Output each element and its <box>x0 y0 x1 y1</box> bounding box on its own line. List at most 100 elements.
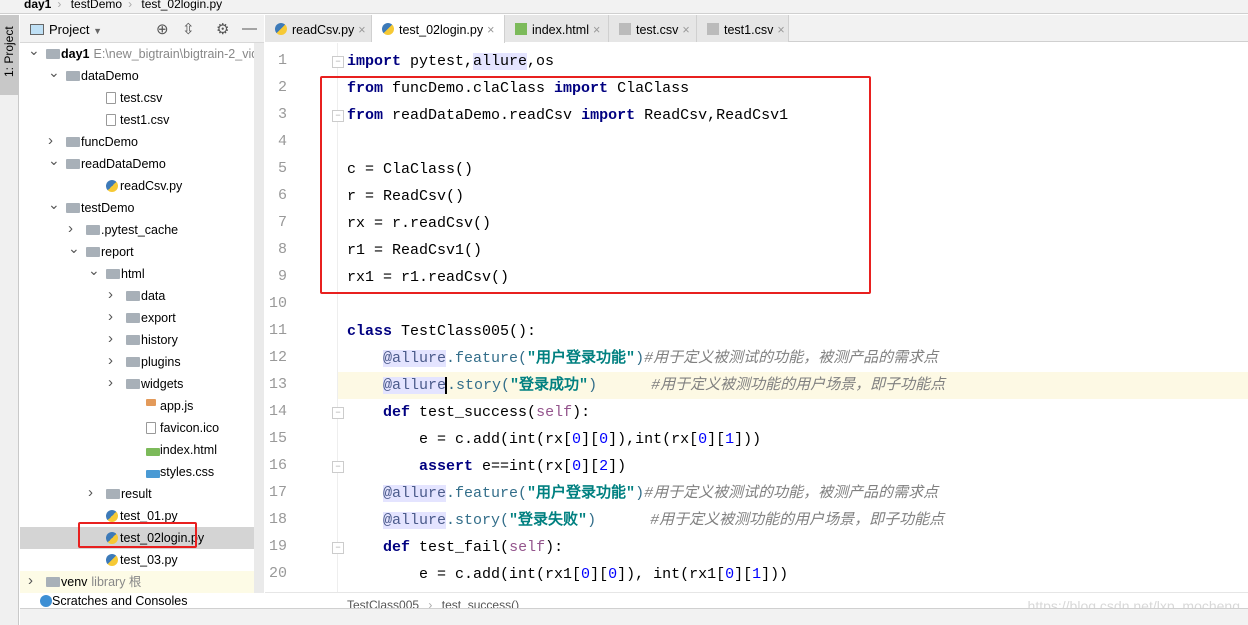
gear-icon[interactable]: ⚙ <box>216 20 229 38</box>
tab-index-html[interactable]: index.html × <box>505 15 609 42</box>
tree-item-name: .pytest_cache <box>101 223 179 237</box>
code-line[interactable]: e = c.add(int(rx1[0][0]), int(rx1[0][1])… <box>347 561 1247 588</box>
scratches-icon <box>40 595 52 607</box>
locate-icon[interactable]: ⊕ <box>156 20 169 38</box>
tree-item[interactable]: app.js <box>20 395 264 417</box>
chevron-down-icon[interactable]: ⌄ <box>48 61 60 83</box>
folder-icon <box>66 159 80 169</box>
close-icon[interactable]: × <box>777 23 784 37</box>
tree-item[interactable]: › widgets <box>20 373 264 395</box>
chevron-right-icon[interactable]: › <box>88 482 93 504</box>
tree-item[interactable]: test1.csv <box>20 109 264 131</box>
tree-item[interactable]: ⌄ readDataDemo <box>20 152 264 175</box>
tree-item[interactable]: › history <box>20 329 264 351</box>
close-icon[interactable]: × <box>358 23 365 37</box>
close-icon[interactable]: × <box>682 23 689 37</box>
tree-item-label: readDataDemo <box>81 153 166 175</box>
code-token: "登录成功" <box>510 377 589 394</box>
folder-icon <box>46 577 60 587</box>
breadcrumb-item[interactable]: testDemo <box>71 0 122 11</box>
code-line[interactable]: @allure.story("登录成功") #用于定义被测功能的用户场景，即子功… <box>347 372 1247 399</box>
code-line[interactable]: class TestClass005(): <box>347 318 1247 345</box>
tree-item[interactable]: test_03.py <box>20 549 264 571</box>
code-token: "用户登录功能" <box>527 350 636 367</box>
chevron-down-icon[interactable]: ⌄ <box>88 259 100 281</box>
chevron-down-icon[interactable]: ⌄ <box>48 149 60 171</box>
code-token: assert <box>419 458 474 475</box>
fold-marker-icon[interactable]: − <box>332 542 344 554</box>
tree-item[interactable]: index.html <box>20 439 264 461</box>
code-line[interactable]: def test_success(self): <box>347 399 1247 426</box>
tree-item[interactable]: test.csv <box>20 87 264 109</box>
line-number: 13 <box>268 376 287 393</box>
code-line[interactable]: def test_fail(self): <box>347 534 1247 561</box>
code-token: .feature( <box>446 485 528 502</box>
project-view-selector[interactable]: Project ▼ <box>49 22 102 37</box>
tree-item[interactable]: › result <box>20 483 264 505</box>
tree-item-label: day1 E:\new_bigtrain\bigtrain-2_video <box>61 43 264 65</box>
code-token: e = c.add(int(rx1[ <box>347 566 582 583</box>
line-number: 3 <box>277 106 287 123</box>
chevron-right-icon[interactable]: › <box>108 350 113 372</box>
code-line[interactable]: assert e==int(rx[0][2]) <box>347 453 1247 480</box>
code-token: 0 <box>608 566 618 583</box>
breadcrumb-item[interactable]: test_02login.py <box>141 0 222 11</box>
tree-item[interactable]: › venv library 根 <box>20 571 264 593</box>
tree-item[interactable]: ⌄ html <box>20 262 264 285</box>
close-icon[interactable]: × <box>593 23 600 37</box>
chevron-down-icon[interactable]: ⌄ <box>48 193 60 215</box>
fold-marker-icon[interactable]: − <box>332 461 344 473</box>
chevron-right-icon[interactable]: › <box>28 570 33 592</box>
chevron-right-icon[interactable]: › <box>108 328 113 350</box>
tab-test-csv[interactable]: test.csv × <box>609 15 697 42</box>
code-token: @allure <box>383 512 447 529</box>
chevron-down-icon[interactable]: ⌄ <box>68 237 80 259</box>
tree-scrollbar[interactable] <box>254 43 264 593</box>
tab-test1-csv[interactable]: test1.csv × <box>697 15 789 42</box>
tree-item[interactable]: styles.css <box>20 461 264 483</box>
code-line[interactable]: @allure.story("登录失败") #用于定义被测功能的用户场景，即子功… <box>347 507 1247 534</box>
close-icon[interactable]: × <box>487 23 494 37</box>
code-line[interactable] <box>347 291 1247 318</box>
tree-item-label: index.html <box>160 439 217 461</box>
chevron-right-icon[interactable]: › <box>108 372 113 394</box>
tab-readCsv-py[interactable]: readCsv.py × <box>265 15 372 42</box>
project-panel-header: Project ▼ ⊕ ⇳ ⚙ — <box>20 15 264 43</box>
chevron-right-icon[interactable]: › <box>108 306 113 328</box>
project-view-label: Project <box>49 22 90 37</box>
code-token: TestClass005(): <box>392 323 537 340</box>
project-tool-tab[interactable]: 1: Project <box>0 15 19 95</box>
tree-item[interactable]: › plugins <box>20 351 264 373</box>
chevron-down-icon[interactable]: ⌄ <box>28 43 40 61</box>
tree-item[interactable]: favicon.ico <box>20 417 264 439</box>
tree-item[interactable]: › export <box>20 307 264 329</box>
code-token: e = c.add(int(rx[ <box>347 431 573 448</box>
collapse-icon[interactable]: ⇳ <box>182 20 195 38</box>
code-token: ])) <box>734 431 762 448</box>
tree-item[interactable]: ⌄ report <box>20 240 264 263</box>
tree-item[interactable]: › .pytest_cache <box>20 219 264 241</box>
code-line[interactable]: @allure.feature("用户登录功能")#用于定义被测试的功能，被测产… <box>347 345 1247 372</box>
breadcrumb-item[interactable]: day1 <box>24 0 51 11</box>
code-line[interactable]: import pytest,allure,os <box>347 48 1247 75</box>
minimize-icon[interactable]: — <box>242 20 257 37</box>
tree-item-name: html <box>121 267 145 281</box>
fold-marker-icon[interactable]: − <box>332 407 344 419</box>
tree-item-label: styles.css <box>160 461 214 483</box>
tree-item-label: dataDemo <box>81 65 139 87</box>
line-number: 19 <box>268 538 287 555</box>
tree-item-label: history <box>141 329 178 351</box>
tree-item[interactable]: › data <box>20 285 264 307</box>
tree-item-name: readDataDemo <box>81 157 166 171</box>
tab-test_02login-py[interactable]: test_02login.py × <box>372 15 505 43</box>
tree-item-name: favicon.ico <box>160 421 220 435</box>
tree-item-scratches[interactable]: Scratches and Consoles <box>40 594 188 608</box>
tree-item[interactable]: ⌄ dataDemo <box>20 64 264 87</box>
fold-marker-icon[interactable]: − <box>332 56 344 68</box>
tree-item[interactable]: ⌄ testDemo <box>20 196 264 219</box>
code-token: @allure <box>383 350 447 367</box>
file-file-icon <box>146 422 156 434</box>
chevron-right-icon[interactable]: › <box>108 284 113 306</box>
code-line[interactable]: e = c.add(int(rx[0][0]),int(rx[0][1])) <box>347 426 1247 453</box>
code-line[interactable]: @allure.feature("用户登录功能")#用于定义被测试的功能，被测产… <box>347 480 1247 507</box>
